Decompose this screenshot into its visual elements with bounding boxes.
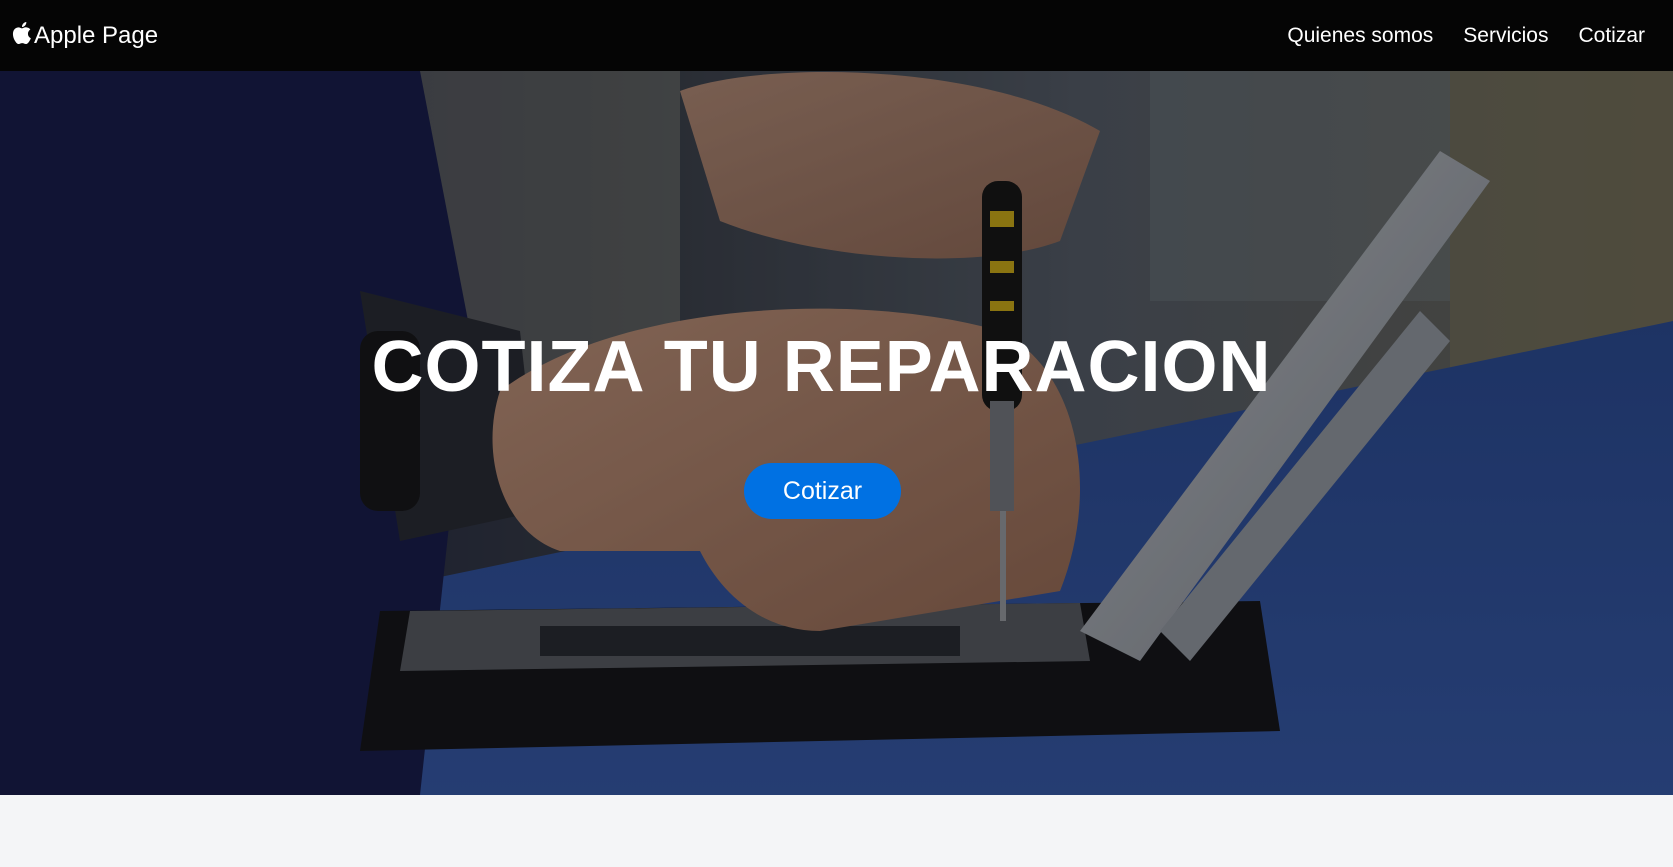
apple-logo-icon (12, 21, 31, 44)
nav-link-quienes-somos[interactable]: Quienes somos (1287, 24, 1433, 48)
nav-link-servicios[interactable]: Servicios (1463, 24, 1548, 48)
page-footer-area (0, 795, 1673, 867)
cotizar-button[interactable]: Cotizar (744, 463, 901, 519)
nav-links: Quienes somos Servicios Cotizar (1287, 24, 1645, 48)
hero-section: COTIZA TU REPARACION Cotizar (0, 71, 1673, 795)
top-navbar: Apple Page Quienes somos Servicios Cotiz… (0, 0, 1673, 71)
brand-link[interactable]: Apple Page (10, 21, 159, 50)
hero-dark-overlay (0, 71, 1673, 795)
nav-link-cotizar[interactable]: Cotizar (1578, 24, 1645, 48)
brand-label: Apple Page (34, 21, 159, 49)
hero-title: COTIZA TU REPARACION (371, 327, 1272, 407)
